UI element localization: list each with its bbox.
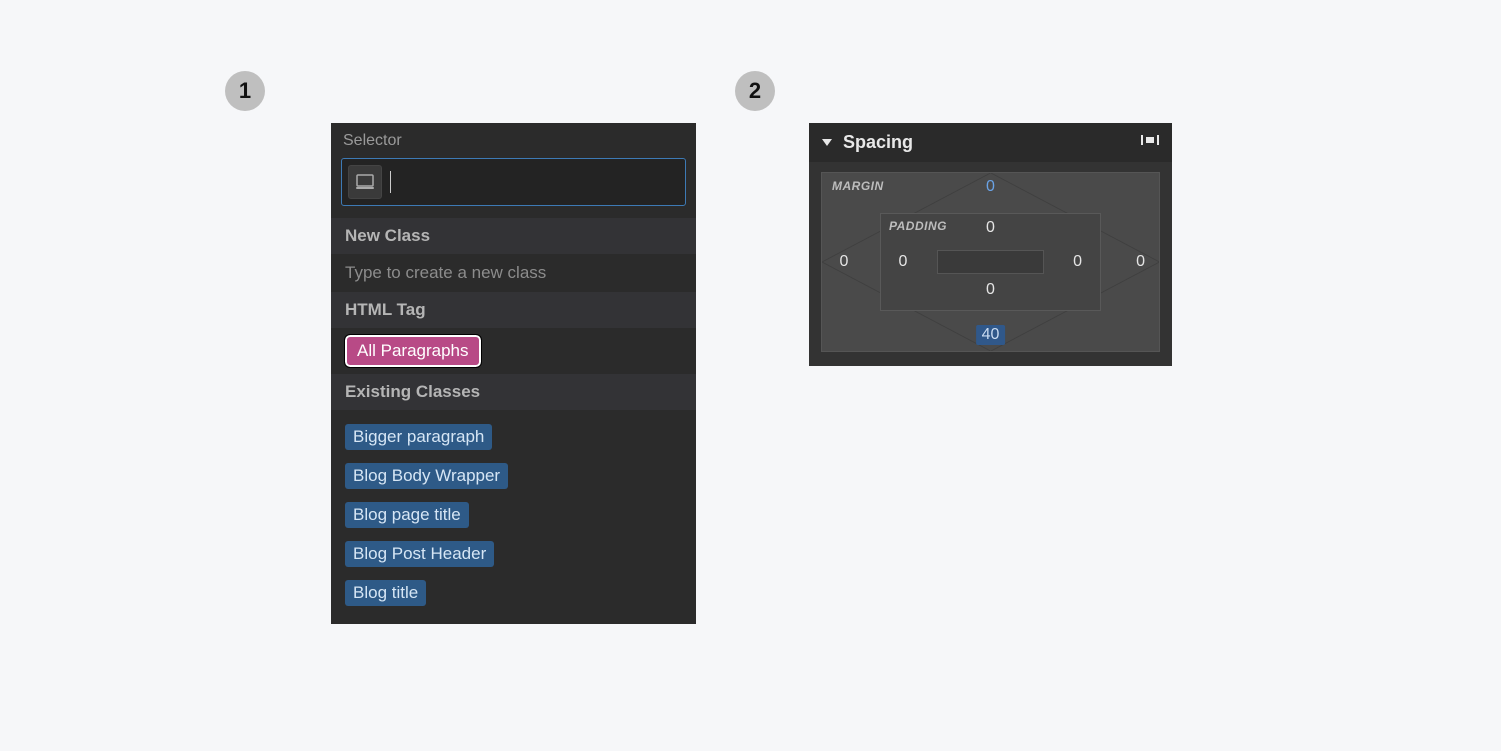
padding-right-value[interactable]: 0: [1067, 252, 1088, 272]
margin-label: MARGIN: [832, 179, 884, 193]
margin-left-value[interactable]: 0: [834, 252, 855, 272]
existing-classes-list: Bigger paragraph Blog Body Wrapper Blog …: [331, 410, 696, 624]
padding-top-value[interactable]: 0: [980, 218, 1001, 238]
new-class-body[interactable]: Type to create a new class: [331, 254, 696, 292]
spacing-panel: Spacing MARGIN 0 0 40 0 PADDING 0 0 0 0: [809, 123, 1172, 366]
margin-bottom-value[interactable]: 40: [976, 325, 1006, 345]
selector-label: Selector: [331, 123, 696, 158]
new-class-header: New Class: [331, 218, 696, 254]
step-badge-1: 1: [225, 71, 265, 111]
class-chip[interactable]: Blog Body Wrapper: [345, 463, 508, 489]
margin-top-value[interactable]: 0: [980, 177, 1001, 197]
margin-box: MARGIN 0 0 40 0 PADDING 0 0 0 0: [821, 172, 1160, 352]
spacing-body: MARGIN 0 0 40 0 PADDING 0 0 0 0: [809, 162, 1172, 366]
content-box: [937, 250, 1044, 274]
step-badge-2: 2: [735, 71, 775, 111]
existing-classes-header: Existing Classes: [331, 374, 696, 410]
class-chip[interactable]: Blog Post Header: [345, 541, 494, 567]
selector-panel: Selector New Class Type to create a new …: [331, 123, 696, 624]
padding-left-value[interactable]: 0: [893, 252, 914, 272]
html-tag-body: All Paragraphs: [331, 328, 696, 374]
class-chip[interactable]: Blog title: [345, 580, 426, 606]
class-chip[interactable]: Blog page title: [345, 502, 469, 528]
new-class-placeholder: Type to create a new class: [345, 261, 682, 285]
disclosure-triangle-icon[interactable]: [821, 132, 833, 153]
html-tag-chip-all-paragraphs[interactable]: All Paragraphs: [345, 335, 481, 367]
selector-input-row[interactable]: [341, 158, 686, 206]
spacing-header[interactable]: Spacing: [809, 123, 1172, 162]
padding-box: PADDING 0 0 0 0: [880, 213, 1101, 311]
spacing-title: Spacing: [843, 132, 1140, 153]
padding-label: PADDING: [889, 219, 947, 233]
device-icon[interactable]: [348, 165, 382, 199]
html-tag-header: HTML Tag: [331, 292, 696, 328]
margin-right-value[interactable]: 0: [1130, 252, 1151, 272]
class-chip[interactable]: Bigger paragraph: [345, 424, 492, 450]
full-width-icon[interactable]: [1140, 132, 1160, 153]
text-cursor: [390, 171, 391, 193]
padding-bottom-value[interactable]: 0: [980, 280, 1001, 300]
